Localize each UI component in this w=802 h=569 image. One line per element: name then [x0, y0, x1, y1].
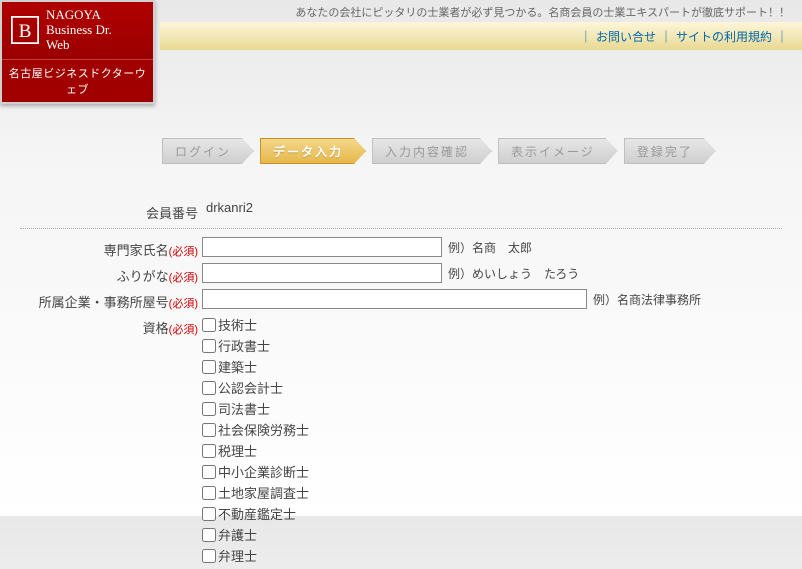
- expert-name-input[interactable]: [202, 237, 442, 257]
- qualification-item[interactable]: 行政書士: [202, 336, 309, 355]
- logo-line1: NAGOYA: [46, 8, 112, 23]
- example-office-name: 例）名商法律事務所: [593, 291, 701, 308]
- form: 会員番号 drkanri2 専門家氏名(必須) 例）名商 太郎 ふりがな(必須)…: [0, 200, 802, 569]
- logo-sub: 名古屋ビジネスドクターウェブ: [2, 59, 153, 102]
- qualification-label: 不動産鑑定士: [218, 504, 296, 523]
- qualification-checkbox[interactable]: [202, 549, 216, 563]
- logo-line3: Web: [46, 38, 112, 53]
- qualification-label: 弁護士: [218, 525, 257, 544]
- qualification-item[interactable]: 社会保険労務士: [202, 420, 309, 439]
- logo-text: NAGOYA Business Dr. Web: [46, 8, 112, 53]
- site-logo[interactable]: B NAGOYA Business Dr. Web 名古屋ビジネスドクターウェブ: [0, 0, 155, 104]
- step-complete: 登録完了: [624, 138, 716, 164]
- logo-top: B NAGOYA Business Dr. Web: [2, 2, 153, 59]
- furigana-input[interactable]: [202, 263, 442, 283]
- separator: [20, 228, 782, 229]
- label-member-no: 会員番号: [20, 200, 198, 222]
- label-expert-name: 専門家氏名(必須): [20, 237, 198, 259]
- top-bar: ｜ お問い合せ ｜ サイトの利用規約 ｜: [160, 22, 802, 50]
- qualification-checkbox[interactable]: [202, 486, 216, 500]
- row-member-no: 会員番号 drkanri2: [20, 200, 782, 222]
- step-login: ログイン: [162, 138, 254, 164]
- qualification-label: 中小企業診断士: [218, 462, 309, 481]
- qualification-label: 土地家屋調査士: [218, 483, 309, 502]
- label-office-name: 所属企業・事務所屋号(必須): [20, 289, 198, 311]
- office-name-input[interactable]: [202, 289, 587, 309]
- qualification-checkbox[interactable]: [202, 465, 216, 479]
- label-furigana: ふりがな(必須): [20, 263, 198, 285]
- example-furigana: 例）めいしょう たろう: [448, 265, 579, 282]
- qualification-label: 司法書士: [218, 399, 270, 418]
- label-qualification: 資格(必須): [20, 315, 198, 337]
- qualification-label: 建築士: [218, 357, 257, 376]
- tagline: あなたの会社にピッタリの士業者が必ず見つかる。名商会員の士業エキスパートが徹底サ…: [295, 4, 790, 20]
- qualification-label: 社会保険労務士: [218, 420, 309, 439]
- qualification-checkbox[interactable]: [202, 444, 216, 458]
- row-office-name: 所属企業・事務所屋号(必須) 例）名商法律事務所: [20, 289, 782, 311]
- example-expert-name: 例）名商 太郎: [448, 239, 532, 256]
- value-member-no: drkanri2: [202, 200, 253, 215]
- qualification-label: 行政書士: [218, 336, 270, 355]
- qualification-item[interactable]: 技術士: [202, 315, 309, 334]
- qualification-item[interactable]: 中小企業診断士: [202, 462, 309, 481]
- divider-icon: ｜: [776, 28, 788, 45]
- qualification-label: 技術士: [218, 315, 257, 334]
- step-confirm: 入力内容確認: [372, 138, 492, 164]
- step-preview: 表示イメージ: [498, 138, 618, 164]
- qualification-checkbox[interactable]: [202, 381, 216, 395]
- row-qualification: 資格(必須) 技術士行政書士建築士公認会計士司法書士社会保険労務士税理士中小企業…: [20, 315, 782, 565]
- step-indicator: ログイン データ入力 入力内容確認 表示イメージ 登録完了: [162, 138, 716, 164]
- step-data-entry: データ入力: [260, 138, 366, 164]
- qualification-item[interactable]: 税理士: [202, 441, 309, 460]
- qualification-label: 税理士: [218, 441, 257, 460]
- divider-icon: ｜: [660, 28, 672, 45]
- contact-link[interactable]: お問い合せ: [596, 28, 656, 45]
- svg-text:B: B: [19, 21, 32, 42]
- qualification-item[interactable]: 弁理士: [202, 546, 309, 565]
- qualification-checkbox[interactable]: [202, 318, 216, 332]
- terms-link[interactable]: サイトの利用規約: [676, 28, 772, 45]
- qualification-item[interactable]: 司法書士: [202, 399, 309, 418]
- qualification-checkbox[interactable]: [202, 339, 216, 353]
- qualification-item[interactable]: 不動産鑑定士: [202, 504, 309, 523]
- logo-line2: Business Dr.: [46, 23, 112, 38]
- qualification-label: 弁理士: [218, 546, 257, 565]
- qualification-item[interactable]: 土地家屋調査士: [202, 483, 309, 502]
- row-furigana: ふりがな(必須) 例）めいしょう たろう: [20, 263, 782, 285]
- qualification-checkbox[interactable]: [202, 402, 216, 416]
- qualification-item[interactable]: 弁護士: [202, 525, 309, 544]
- qualification-item[interactable]: 建築士: [202, 357, 309, 376]
- logo-mark-icon: B: [10, 15, 40, 45]
- divider-icon: ｜: [580, 28, 592, 45]
- qualification-list: 技術士行政書士建築士公認会計士司法書士社会保険労務士税理士中小企業診断士土地家屋…: [202, 315, 309, 565]
- qualification-label: 公認会計士: [218, 378, 283, 397]
- qualification-checkbox[interactable]: [202, 507, 216, 521]
- qualification-item[interactable]: 公認会計士: [202, 378, 309, 397]
- qualification-checkbox[interactable]: [202, 360, 216, 374]
- qualification-checkbox[interactable]: [202, 528, 216, 542]
- qualification-checkbox[interactable]: [202, 423, 216, 437]
- row-expert-name: 専門家氏名(必須) 例）名商 太郎: [20, 237, 782, 259]
